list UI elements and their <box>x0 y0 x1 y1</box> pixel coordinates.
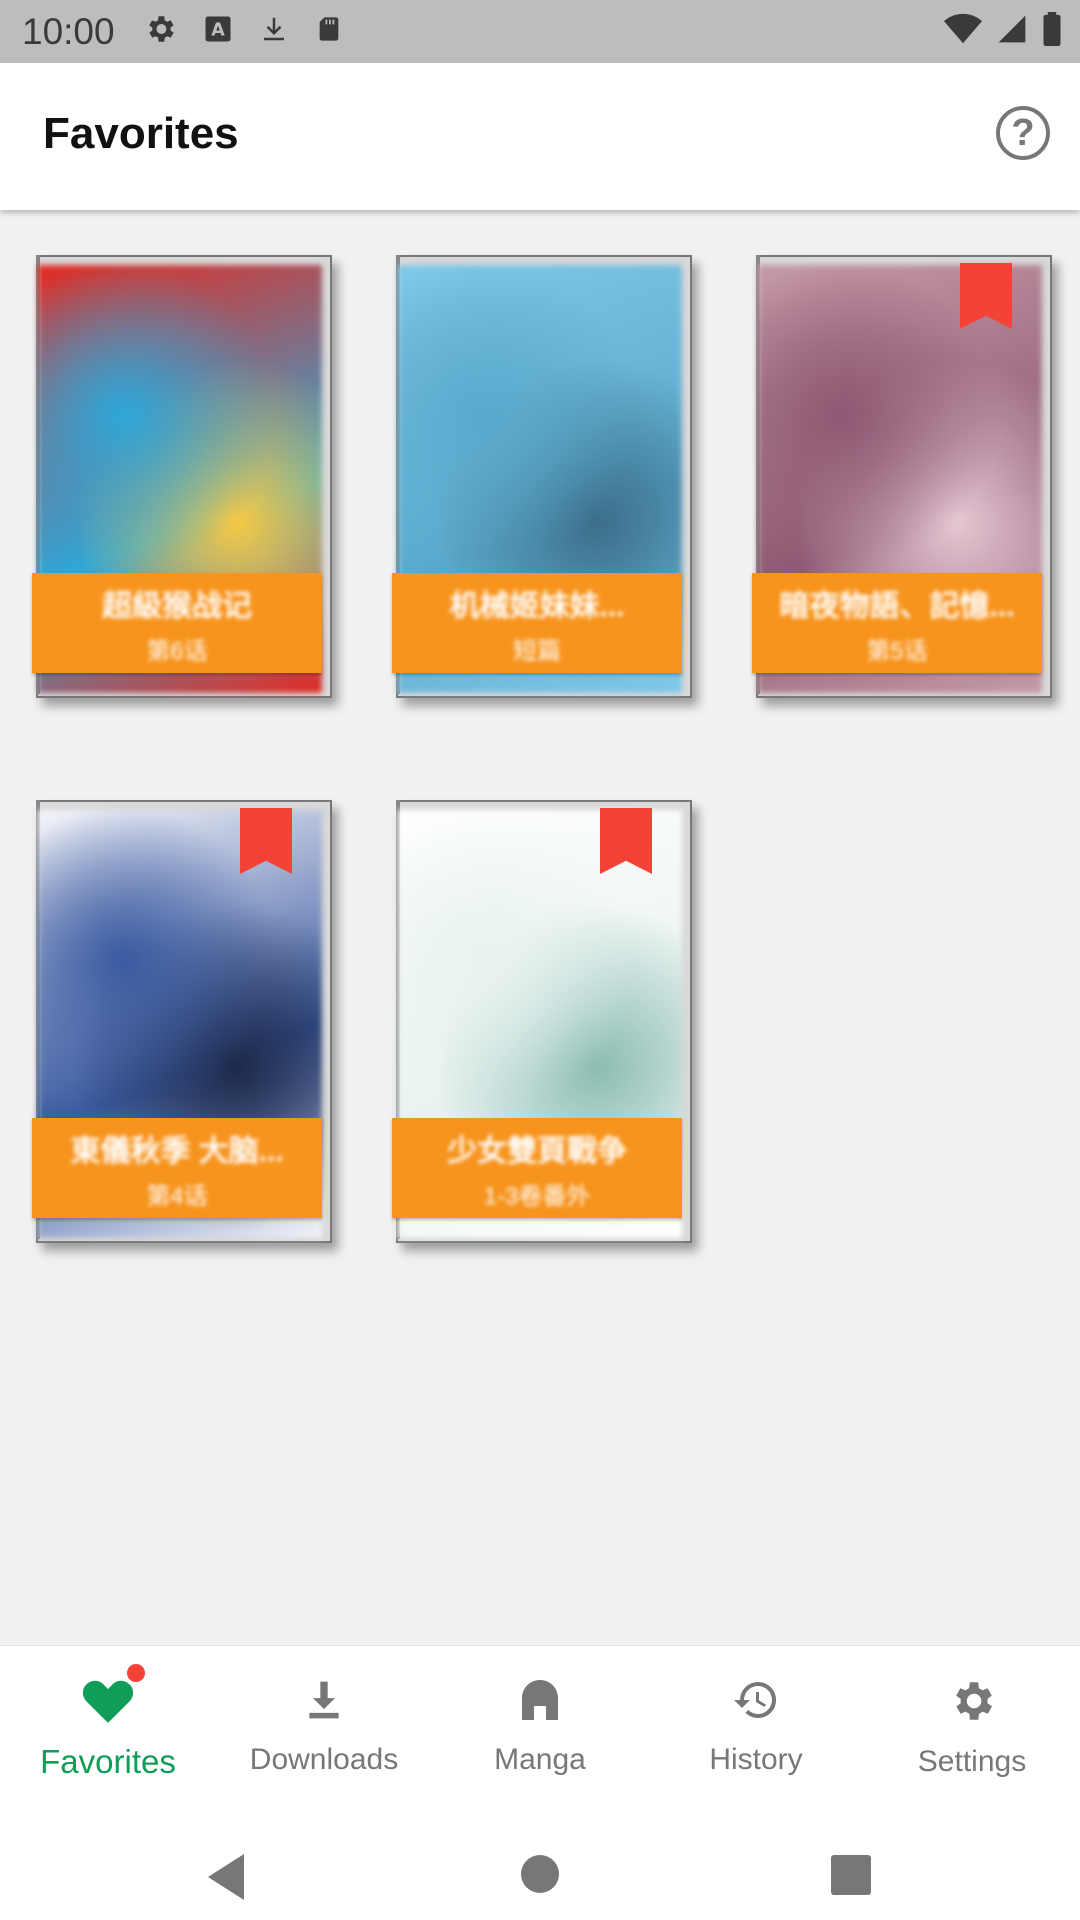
manga-chapter: 第5话 <box>866 637 928 665</box>
title-label: 少女雙頁戰争 1-3卷番外 <box>392 1118 682 1218</box>
heart-icon <box>81 1660 149 1729</box>
nav-label: Manga <box>494 1743 586 1776</box>
nav-item-favorites[interactable]: Favorites <box>0 1646 216 1816</box>
manga-chapter: 短篇 <box>513 637 561 665</box>
favorite-card[interactable]: 暗夜物語、記憶... 第5话 <box>752 255 1052 700</box>
nav-item-downloads[interactable]: Downloads <box>216 1646 432 1816</box>
title-label: 暗夜物語、記憶... 第5话 <box>752 573 1042 673</box>
manga-title: 暗夜物語、記憶... <box>779 589 1015 623</box>
manga-title: 少女雙頁戰争 <box>447 1134 627 1168</box>
download-icon <box>302 1676 346 1729</box>
nav-label: Settings <box>917 1745 1027 1778</box>
a-icon: A <box>203 14 233 49</box>
recents-icon[interactable] <box>831 1855 871 1895</box>
favorites-grid: 超級猴战记第6话 机械姬妹妹... 短篇 暗夜物語、記憶... 第5话東儀秋季 大脑..… <box>0 210 1080 1645</box>
system-navigation-bar <box>0 1815 1080 1920</box>
gear-icon <box>143 12 177 51</box>
title-label: 東儀秋季 大脑... 第4话 <box>32 1118 322 1218</box>
manga-chapter: 第4话 <box>146 1182 208 1210</box>
history-icon <box>730 1676 782 1729</box>
app-bar: Favorites ? <box>0 63 1080 210</box>
wifi-icon <box>944 13 982 50</box>
nav-item-manga[interactable]: Manga <box>432 1646 648 1816</box>
sd-card-icon <box>315 13 343 50</box>
favorite-card[interactable]: 東儀秋季 大脑... 第4话 <box>32 800 332 1245</box>
signal-icon <box>996 13 1028 50</box>
home-icon <box>516 1676 564 1729</box>
nav-label: Downloads <box>249 1743 399 1776</box>
help-icon[interactable]: ? <box>996 106 1050 160</box>
title-label: 超級猴战记第6话 <box>32 573 322 673</box>
battery-icon <box>1042 12 1062 51</box>
nav-label: History <box>709 1743 803 1776</box>
page-title: Favorites <box>43 109 239 158</box>
status-bar: 10:00 A <box>0 0 1080 63</box>
home-button-icon[interactable] <box>521 1855 559 1893</box>
back-icon[interactable] <box>208 1854 244 1900</box>
bottom-navigation: Favorites Downloads Manga History Settings <box>0 1645 1080 1816</box>
svg-text:A: A <box>211 20 225 40</box>
status-time: 10:00 <box>22 10 115 52</box>
download-icon <box>259 13 289 50</box>
manga-title: 超級猴战记 <box>102 589 252 623</box>
notification-badge <box>123 1660 149 1686</box>
manga-title: 机械姬妹妹... <box>449 589 625 623</box>
nav-item-history[interactable]: History <box>648 1646 864 1816</box>
favorite-card[interactable]: 超級猴战记第6话 <box>32 255 332 700</box>
title-label: 机械姬妹妹... 短篇 <box>392 573 682 673</box>
favorite-card[interactable]: 机械姬妹妹... 短篇 <box>392 255 692 700</box>
manga-chapter: 第6话 <box>146 637 208 665</box>
nav-item-settings[interactable]: Settings <box>864 1646 1080 1816</box>
favorite-card[interactable]: 少女雙頁戰争 1-3卷番外 <box>392 800 692 1245</box>
manga-chapter: 1-3卷番外 <box>483 1182 591 1210</box>
nav-label: Favorites <box>40 1743 176 1780</box>
gear-icon <box>947 1676 997 1731</box>
manga-title: 東儀秋季 大脑... <box>70 1134 284 1168</box>
